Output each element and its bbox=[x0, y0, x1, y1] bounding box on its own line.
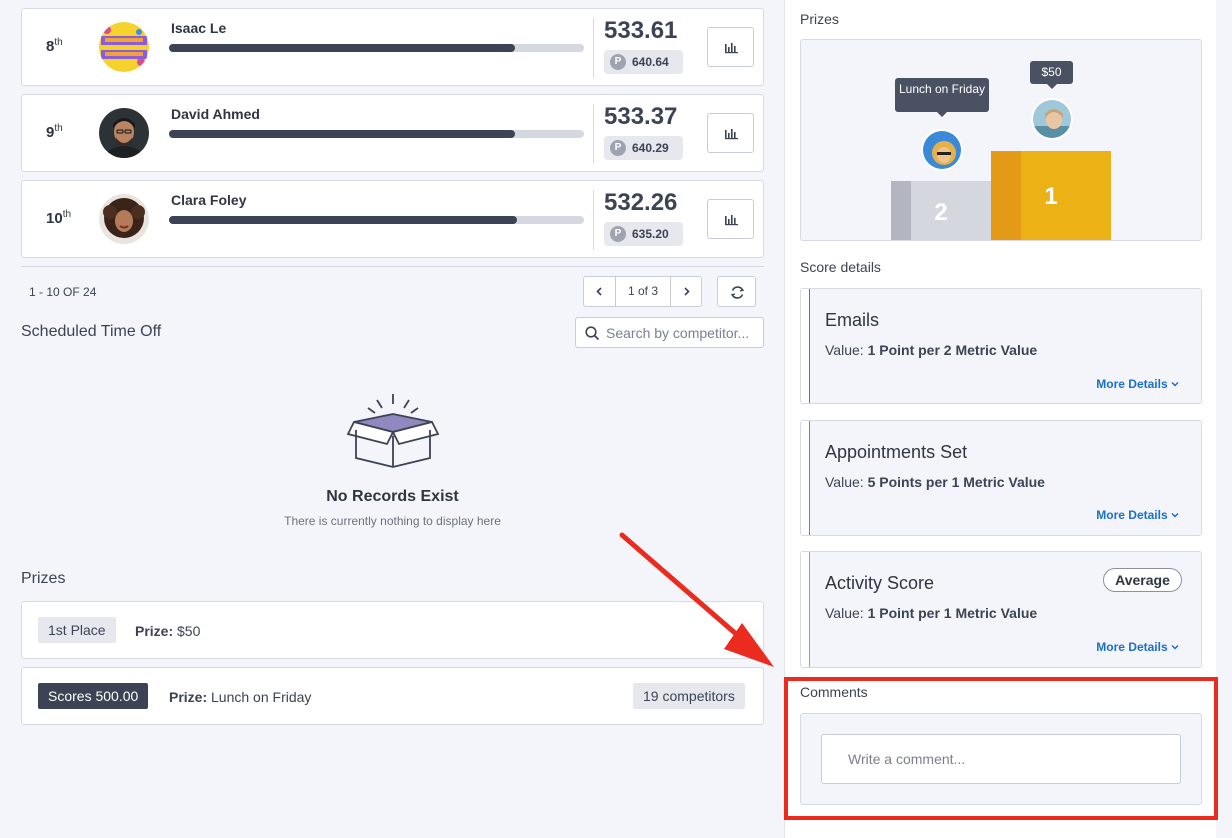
points-value: 640.64 bbox=[632, 55, 669, 69]
second-prize-tooltip: Lunch on Friday bbox=[895, 78, 989, 117]
rank-label: 9th bbox=[46, 123, 63, 141]
previous-page-button[interactable] bbox=[584, 277, 615, 306]
prize-threshold-tag: Scores 500.00 bbox=[38, 683, 149, 709]
points-badge: P 635.20 bbox=[604, 222, 683, 246]
leaderboard-row: 9th David Ahmed 533.37 P 640.29 bbox=[21, 94, 764, 172]
podium-step-shadow bbox=[891, 181, 911, 240]
chevron-down-icon bbox=[1171, 644, 1179, 650]
progress-bar-fill bbox=[169, 44, 516, 52]
card-title: Emails bbox=[825, 310, 880, 330]
prize-description: Prize: $50 bbox=[135, 623, 201, 639]
card-value: Value: 1 Point per 1 Metric Value bbox=[825, 605, 1038, 621]
avatar[interactable] bbox=[1031, 98, 1073, 140]
prize-place-tag: 1st Place bbox=[38, 617, 116, 643]
points-badge: P 640.29 bbox=[604, 136, 683, 160]
section-title: Scheduled Time Off bbox=[21, 323, 162, 340]
section-title: Prizes bbox=[21, 570, 66, 587]
empty-state-title: No Records Exist bbox=[326, 488, 459, 505]
more-details-link[interactable]: More Details bbox=[1096, 377, 1179, 391]
sidebar-section-title: Comments bbox=[800, 684, 868, 700]
bar-chart-icon bbox=[725, 215, 738, 226]
points-value: 635.20 bbox=[632, 227, 669, 241]
points-icon: P bbox=[610, 226, 626, 242]
bar-chart-icon bbox=[725, 129, 738, 140]
view-chart-button[interactable] bbox=[707, 27, 754, 67]
empty-box-icon bbox=[346, 394, 440, 468]
more-details-link[interactable]: More Details bbox=[1096, 508, 1179, 522]
leaderboard-row: 8th Isaac Le 533.61 P 640.64 bbox=[21, 8, 764, 86]
progress-bar-fill bbox=[169, 130, 516, 138]
points-icon: P bbox=[610, 140, 626, 156]
bar-chart-icon bbox=[725, 43, 738, 54]
leaderboard-row: 10th Clara Foley 532.26 P 635.20 bbox=[21, 180, 764, 258]
comment-input[interactable] bbox=[821, 734, 1181, 784]
search-input[interactable] bbox=[606, 324, 756, 342]
progress-bar bbox=[169, 130, 584, 138]
competitor-count-badge: 19 competitors bbox=[633, 683, 745, 709]
first-prize-tooltip: $50 bbox=[1030, 61, 1073, 89]
score-detail-card: Appointments Set Value: 5 Points per 1 M… bbox=[800, 420, 1202, 536]
card-accent-stripe bbox=[801, 552, 810, 667]
page-indicator: 1 of 3 bbox=[615, 277, 671, 306]
more-details-link[interactable]: More Details bbox=[1096, 640, 1179, 654]
prize-description: Prize: Lunch on Friday bbox=[169, 689, 312, 705]
next-page-button[interactable] bbox=[671, 277, 702, 306]
card-title: Appointments Set bbox=[825, 442, 968, 462]
chevron-left-icon bbox=[596, 287, 602, 296]
search-icon bbox=[585, 326, 600, 341]
podium-step-shadow bbox=[991, 151, 1021, 240]
view-chart-button[interactable] bbox=[707, 199, 754, 239]
card-title: Activity Score bbox=[825, 573, 935, 593]
comments-panel bbox=[800, 713, 1202, 805]
details-sidebar: Prizes 2 1 Lunch on Friday $50 Score det… bbox=[784, 0, 1216, 838]
score-value: 532.26 bbox=[604, 189, 678, 216]
chevron-down-icon bbox=[1171, 381, 1179, 387]
sidebar-section-title: Score details bbox=[800, 259, 881, 275]
card-accent-stripe bbox=[801, 289, 810, 403]
divider bbox=[593, 18, 594, 78]
progress-bar bbox=[169, 216, 584, 224]
rank-label: 8th bbox=[46, 37, 63, 55]
competitor-name: David Ahmed bbox=[171, 106, 260, 122]
score-value: 533.37 bbox=[604, 103, 678, 130]
aggregation-badge: Average bbox=[1103, 568, 1182, 592]
podium-place-first: 1 bbox=[1044, 183, 1058, 210]
view-chart-button[interactable] bbox=[707, 113, 754, 153]
card-accent-stripe bbox=[801, 421, 810, 535]
avatar[interactable] bbox=[99, 108, 149, 158]
progress-bar-fill bbox=[169, 216, 518, 224]
points-icon: P bbox=[610, 54, 626, 70]
points-value: 640.29 bbox=[632, 141, 669, 155]
score-detail-card: Emails Value: 1 Point per 2 Metric Value… bbox=[800, 288, 1202, 404]
chevron-right-icon bbox=[684, 287, 690, 296]
avatar[interactable] bbox=[99, 22, 149, 72]
chevron-down-icon bbox=[1171, 512, 1179, 518]
pagination-range: 1 - 10 OF 24 bbox=[29, 285, 97, 299]
competitor-name: Isaac Le bbox=[171, 20, 227, 36]
rank-label: 10th bbox=[46, 209, 72, 227]
prize-row: Scores 500.00 Prize: Lunch on Friday 19 … bbox=[21, 667, 764, 725]
podium-place-second: 2 bbox=[934, 199, 948, 226]
divider bbox=[593, 190, 594, 250]
search-box[interactable] bbox=[575, 317, 764, 348]
pagination: 1 of 3 bbox=[583, 276, 702, 307]
points-badge: P 640.64 bbox=[604, 50, 683, 74]
refresh-icon bbox=[730, 286, 745, 299]
card-value: Value: 5 Points per 1 Metric Value bbox=[825, 474, 1045, 490]
avatar[interactable] bbox=[99, 194, 149, 244]
divider bbox=[593, 104, 594, 164]
refresh-button[interactable] bbox=[717, 276, 756, 307]
competitor-name: Clara Foley bbox=[171, 192, 247, 208]
score-detail-card: Activity Score Average Value: 1 Point pe… bbox=[800, 551, 1202, 668]
annotation-arrow bbox=[619, 532, 774, 667]
sidebar-section-title: Prizes bbox=[800, 11, 839, 27]
score-value: 533.61 bbox=[604, 17, 678, 44]
divider bbox=[21, 266, 764, 267]
prize-podium: 2 1 Lunch on Friday $50 bbox=[800, 39, 1202, 241]
progress-bar bbox=[169, 44, 584, 52]
card-value: Value: 1 Point per 2 Metric Value bbox=[825, 342, 1038, 358]
avatar[interactable] bbox=[921, 129, 963, 171]
